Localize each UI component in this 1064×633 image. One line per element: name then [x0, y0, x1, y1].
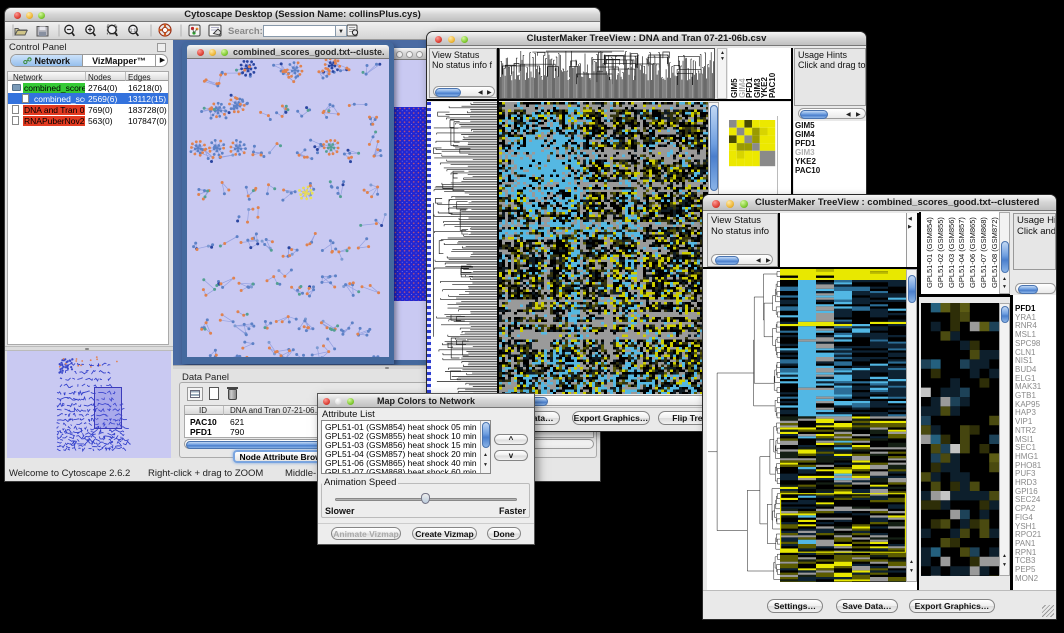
svg-text:1:1: 1:1 [130, 27, 137, 32]
